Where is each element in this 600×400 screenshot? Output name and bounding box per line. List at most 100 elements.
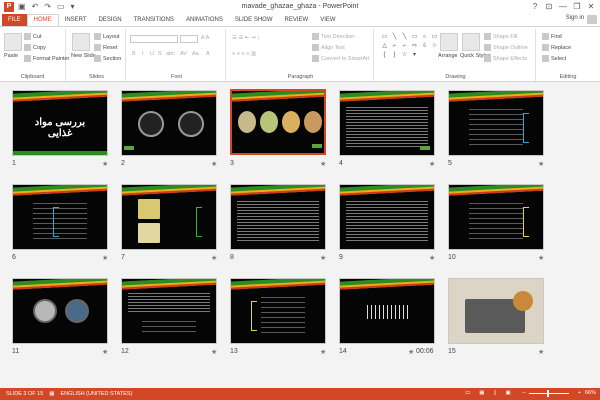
bullets-icon[interactable]: ☰ ☰ ⇤ ⇥ ↕ xyxy=(232,35,260,41)
zoom-slider-knob[interactable] xyxy=(546,389,549,397)
transition-star-icon[interactable]: ★ xyxy=(211,254,217,262)
transition-star-icon[interactable]: ★ xyxy=(211,160,217,168)
transition-star-icon[interactable]: ★ xyxy=(538,348,544,356)
oval-shape-icon[interactable]: ○ xyxy=(420,33,429,41)
save-icon[interactable]: ▣ xyxy=(18,2,26,12)
section-button[interactable]: Section xyxy=(94,55,121,62)
shape-effects-button[interactable]: Shape Effects xyxy=(484,55,527,62)
transition-star-icon[interactable]: ★ xyxy=(408,348,414,356)
zoom-in-button[interactable]: + xyxy=(578,390,581,396)
ribbon-display-icon[interactable]: ⊡ xyxy=(542,1,556,13)
transition-star-icon[interactable]: ★ xyxy=(320,348,326,356)
transition-star-icon[interactable]: ★ xyxy=(102,160,108,168)
tab-view[interactable]: VIEW xyxy=(314,14,341,26)
slide-thumbnail[interactable] xyxy=(230,278,326,344)
grow-font-icon[interactable]: A A xyxy=(201,35,209,41)
slide-thumbnail[interactable] xyxy=(339,278,435,344)
star2-shape-icon[interactable]: ☆ xyxy=(400,51,409,59)
connector-shape-icon[interactable]: ⌐ xyxy=(390,42,399,50)
transition-star-icon[interactable]: ★ xyxy=(102,348,108,356)
font-color-icon[interactable]: A xyxy=(206,51,210,57)
cut-button[interactable]: Cut xyxy=(24,33,42,40)
char-spacing-button[interactable]: AV xyxy=(180,51,187,57)
find-button[interactable]: Find xyxy=(542,33,562,40)
normal-view-icon[interactable]: ▭ xyxy=(465,390,470,396)
restore-button[interactable]: ❐ xyxy=(570,1,584,13)
reading-view-icon[interactable]: ▯ xyxy=(493,390,496,396)
transition-star-icon[interactable]: ★ xyxy=(102,254,108,262)
tab-transitions[interactable]: TRANSITIONS xyxy=(128,14,180,26)
arrow-down-shape-icon[interactable]: ⇩ xyxy=(420,42,429,50)
transition-star-icon[interactable]: ★ xyxy=(538,254,544,262)
arrange-icon[interactable] xyxy=(440,33,458,51)
slide-thumbnail-selected[interactable] xyxy=(230,89,326,155)
slide-thumbnail[interactable] xyxy=(121,278,217,344)
rectangle-shape-icon[interactable]: ▭ xyxy=(380,33,389,41)
italic-button[interactable]: I xyxy=(142,51,144,57)
shadow-button[interactable]: abc xyxy=(166,51,175,57)
paste-icon[interactable] xyxy=(4,33,22,51)
tab-review[interactable]: REVIEW xyxy=(279,14,315,26)
font-name-combo[interactable] xyxy=(130,35,178,43)
bold-button[interactable]: B xyxy=(132,51,136,57)
undo-icon[interactable]: ↶ xyxy=(32,2,39,12)
brace2-shape-icon[interactable]: } xyxy=(390,51,399,59)
proofing-icon[interactable]: ▦ xyxy=(49,391,54,397)
customize-qat-icon[interactable]: ▾ xyxy=(71,2,75,12)
slide-thumbnail[interactable] xyxy=(121,184,217,250)
more-shapes-icon[interactable]: ▾ xyxy=(410,51,419,59)
tab-animations[interactable]: ANIMATIONS xyxy=(180,14,229,26)
tab-home[interactable]: HOME xyxy=(26,14,59,26)
slide-thumbnail[interactable] xyxy=(448,90,544,156)
zoom-level[interactable]: 66% xyxy=(585,390,596,396)
slide-thumbnail[interactable] xyxy=(339,90,435,156)
slide-thumbnail[interactable] xyxy=(121,90,217,156)
underline-button[interactable]: U xyxy=(150,51,154,57)
replace-button[interactable]: Replace xyxy=(542,44,571,51)
zoom-slider[interactable] xyxy=(528,389,569,397)
line-shape-icon[interactable]: ╲ xyxy=(390,33,399,41)
elbow-shape-icon[interactable]: ⌐ xyxy=(400,42,409,50)
shape-outline-button[interactable]: Shape Outline xyxy=(484,44,528,51)
copy-button[interactable]: Copy xyxy=(24,44,46,51)
slideshow-icon[interactable]: ▣ xyxy=(506,390,511,396)
sign-in-link[interactable]: Sign in xyxy=(566,15,584,21)
align-icons[interactable]: ≡ ≡ ≡ ≡ ▥ xyxy=(232,51,256,57)
convert-smartart-button[interactable]: Convert to SmartArt xyxy=(312,55,370,62)
shapes-gallery[interactable]: ▭ ╲ ╲ ▭ ○ ▭ △ ⌐ ⌐ ⇨ ⇩ ☆ {} ☆ ▾ xyxy=(380,33,439,67)
slide-thumbnail[interactable]: بررسی مواد غذایی xyxy=(12,90,108,156)
slide-thumbnail[interactable] xyxy=(448,184,544,250)
slide-thumbnail[interactable] xyxy=(339,184,435,250)
new-slide-button[interactable]: New Slide xyxy=(71,53,96,59)
layout-button[interactable]: Layout xyxy=(94,33,120,40)
brace-shape-icon[interactable]: { xyxy=(380,51,389,59)
format-painter-button[interactable]: Format Painter xyxy=(24,55,69,62)
strikethrough-button[interactable]: S xyxy=(158,51,162,57)
transition-star-icon[interactable]: ★ xyxy=(429,160,435,168)
align-text-button[interactable]: Align Text xyxy=(312,44,345,51)
user-avatar[interactable] xyxy=(587,15,597,24)
zoom-out-button[interactable]: – xyxy=(523,390,526,396)
paste-button[interactable]: Paste xyxy=(4,53,18,59)
shape-fill-button[interactable]: Shape Fill xyxy=(484,33,517,40)
slide-thumbnail[interactable] xyxy=(230,184,326,250)
transition-star-icon[interactable]: ★ xyxy=(211,348,217,356)
font-size-combo[interactable] xyxy=(180,35,198,43)
help-button[interactable]: ? xyxy=(528,1,542,13)
rect3-shape-icon[interactable]: ▭ xyxy=(430,33,439,41)
tab-insert[interactable]: INSERT xyxy=(59,14,93,26)
transition-star-icon[interactable]: ★ xyxy=(320,254,326,262)
arrange-button[interactable]: Arrange xyxy=(438,53,458,59)
transition-star-icon[interactable]: ★ xyxy=(320,160,326,168)
close-button[interactable]: ✕ xyxy=(584,1,598,13)
triangle-shape-icon[interactable]: △ xyxy=(380,42,389,50)
line2-shape-icon[interactable]: ╲ xyxy=(400,33,409,41)
slideshow-start-icon[interactable]: ▭ xyxy=(57,2,65,12)
tab-design[interactable]: DESIGN xyxy=(93,14,128,26)
slide-thumbnail[interactable] xyxy=(12,184,108,250)
transition-star-icon[interactable]: ★ xyxy=(429,254,435,262)
reset-button[interactable]: Reset xyxy=(94,44,117,51)
tab-file[interactable]: FILE xyxy=(2,14,27,26)
slide-thumbnail[interactable] xyxy=(12,278,108,344)
star-shape-icon[interactable]: ☆ xyxy=(430,42,439,50)
